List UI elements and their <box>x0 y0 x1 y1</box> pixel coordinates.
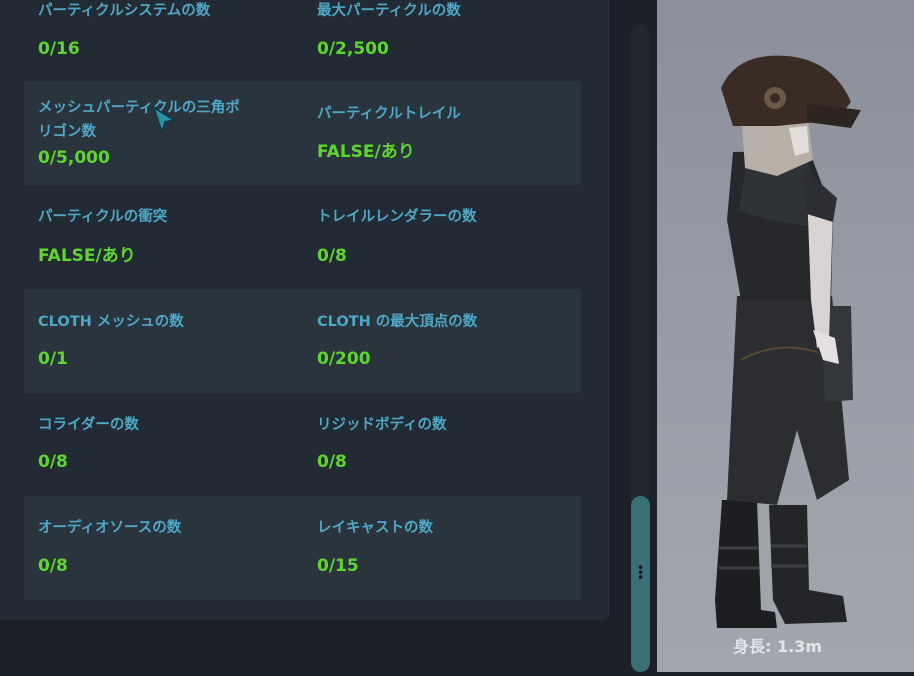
stat-label: オーディオソースの数 <box>38 520 182 536</box>
stat-value: 0/15 <box>317 556 359 576</box>
stats-row: オーディオソースの数 0/8 レイキャストの数 0/15 <box>24 496 581 600</box>
stat-value: 0/16 <box>38 39 80 59</box>
stat-value: 0/1 <box>38 349 68 369</box>
stat-label: パーティクルトレイル <box>317 106 461 122</box>
cursor-arrow-icon <box>152 106 176 134</box>
stats-panel: パーティクルシステムの数 0/16 最大パーティクルの数 0/2,500 メッシ… <box>0 0 609 620</box>
stat-label: レイキャストの数 <box>317 520 433 536</box>
stat-value: 0/8 <box>38 452 68 472</box>
grip-dots-icon: • • • <box>636 561 645 585</box>
stat-label: コライダーの数 <box>38 417 139 433</box>
stat-value: 0/8 <box>38 556 68 576</box>
avatar-height-label: 身長: 1.3m <box>733 637 822 656</box>
stat-label: トレイルレンダラーの数 <box>317 209 477 225</box>
stat-value: 0/8 <box>317 246 347 266</box>
stat-value: FALSE/あり <box>38 246 136 266</box>
stat-value: FALSE/あり <box>317 142 415 162</box>
scrollbar[interactable]: • • • <box>631 24 650 672</box>
stat-label: パーティクルの衝突 <box>38 209 168 225</box>
stats-row: パーティクルシステムの数 0/16 最大パーティクルの数 0/2,500 <box>24 0 581 94</box>
stats-row: コライダーの数 0/8 リジッドボディの数 0/8 <box>24 393 581 497</box>
stat-value: 0/2,500 <box>317 39 389 59</box>
avatar-figure <box>715 55 861 628</box>
stat-label: 最大パーティクルの数 <box>317 3 461 19</box>
scrollbar-thumb[interactable]: • • • <box>631 496 650 672</box>
stat-label: パーティクルシステムの数 <box>38 3 211 19</box>
stat-label: リジッドボディの数 <box>317 417 447 433</box>
stat-label: CLOTH メッシュの数 <box>38 314 184 330</box>
stat-label: CLOTH の最大頂点の数 <box>317 314 478 330</box>
stats-row: CLOTH メッシュの数 0/1 CLOTH の最大頂点の数 0/200 <box>24 289 581 393</box>
stats-row: メッシュパーティクルの三角ポ リゴン数 0/5,000 パーティクルトレイル F… <box>24 81 581 185</box>
stat-value: 0/5,000 <box>38 148 110 168</box>
stat-value: 0/8 <box>317 452 347 472</box>
stat-value: 0/200 <box>317 349 371 369</box>
avatar-preview[interactable] <box>657 0 914 672</box>
stats-row: パーティクルの衝突 FALSE/あり トレイルレンダラーの数 0/8 <box>24 185 581 289</box>
